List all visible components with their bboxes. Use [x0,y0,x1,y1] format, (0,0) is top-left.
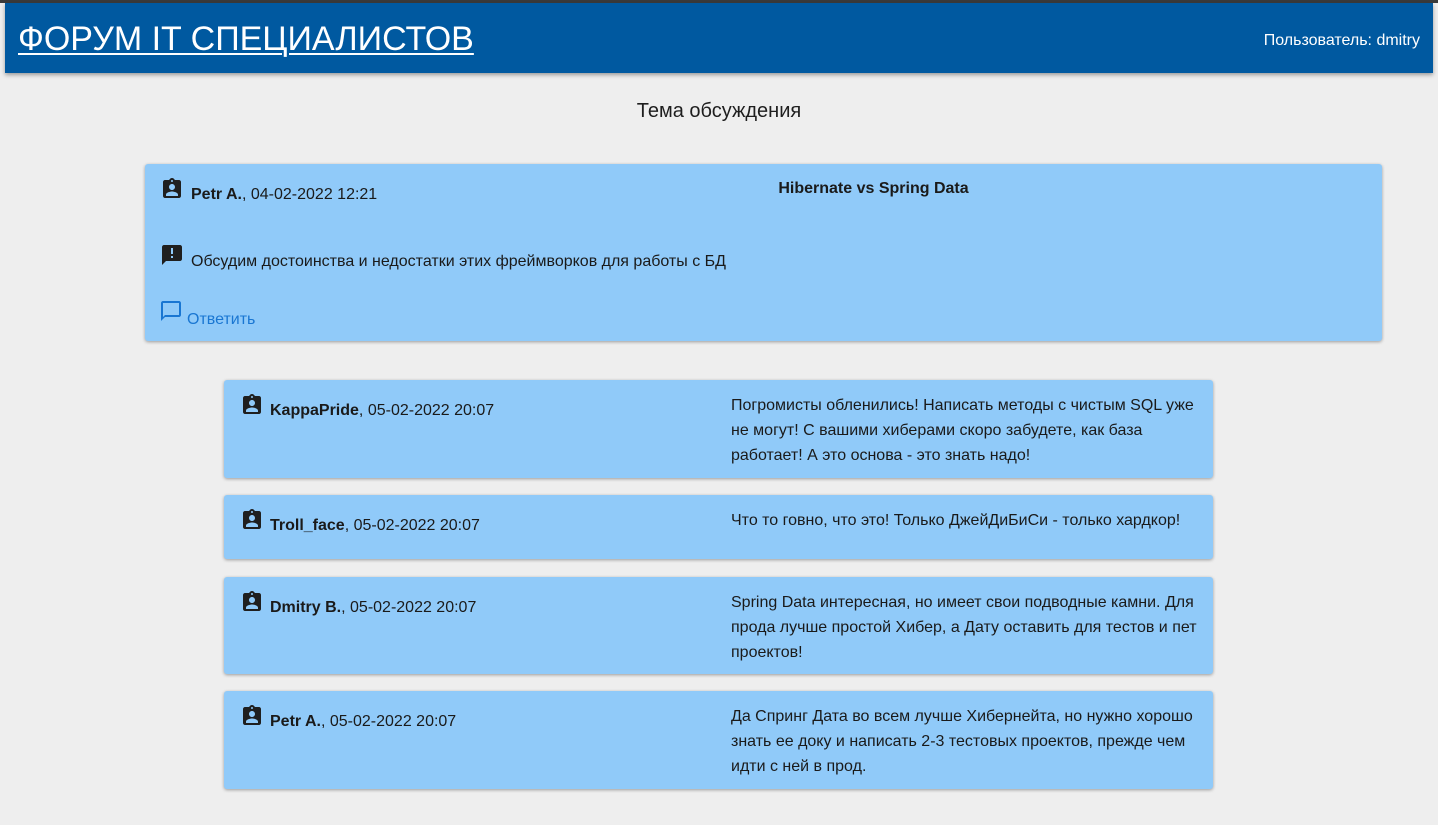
site-title-link[interactable]: ФОРУМ IT СПЕЦИАЛИСТОВ [18,19,474,59]
comment-author: Petr A. [270,713,321,730]
comment-author: KappaPride [270,402,359,419]
comment-author-line: KappaPride, 05-02-2022 20:07 [270,400,494,422]
comment-author: Dmitry B. [270,599,342,616]
assignment-ind-icon [243,509,261,529]
comment-card: Troll_face, 05-02-2022 20:07 Что то говн… [224,495,1213,559]
comment-date: , 05-02-2022 20:07 [358,402,495,419]
topic-card: Petr A., 04-02-2022 12:21 Hibernate vs S… [145,164,1382,341]
comment-author-line: Troll_face, 05-02-2022 20:07 [270,515,480,537]
chat-bubble-outline-icon [161,301,181,321]
announcement-icon [162,245,182,265]
comment-author: Troll_face [270,517,345,534]
assignment-ind-icon [243,705,261,725]
comment-text: Погромисты обленились! Написать методы с… [731,397,1194,464]
comment-author-line: Petr A., 05-02-2022 20:07 [270,711,456,733]
page-title: Тема обсуждения [636,100,802,122]
topic-date: , 04-02-2022 12:21 [241,186,378,203]
comment-date: , 05-02-2022 20:07 [341,599,477,616]
topic-author: Petr A. [191,186,242,203]
comment-date: , 05-02-2022 20:07 [320,713,457,730]
site-header: ФОРУМ IT СПЕЦИАЛИСТОВ Пользователь: dmit… [5,3,1433,73]
assignment-ind-icon [243,394,261,414]
comment-card: KappaPride, 05-02-2022 20:07 Погромисты … [224,380,1213,478]
comment-card: Dmitry B., 05-02-2022 20:07 Spring Data … [224,577,1213,674]
comment-text: Да Спринг Дата во всем лучше Хибернейта,… [731,708,1193,775]
comment-text: Что то говно, что это! Только ДжейДиБиСи… [731,512,1181,529]
comment-date: , 05-02-2022 20:07 [344,517,480,534]
comment-author-line: Dmitry B., 05-02-2022 20:07 [270,597,476,619]
assignment-ind-icon [163,178,181,198]
assignment-ind-icon [243,591,261,611]
comment-card: Petr A., 05-02-2022 20:07 Да Спринг Дата… [224,691,1213,789]
topic-body: Обсудим достоинства и недостатки этих фр… [191,253,726,270]
comment-text: Spring Data интересная, но имеет свои по… [731,594,1197,661]
current-user-label: Пользователь: dmitry [1263,32,1420,49]
reply-label: Ответить [187,311,256,328]
topic-author-line: Petr A., 04-02-2022 12:21 [191,184,377,206]
